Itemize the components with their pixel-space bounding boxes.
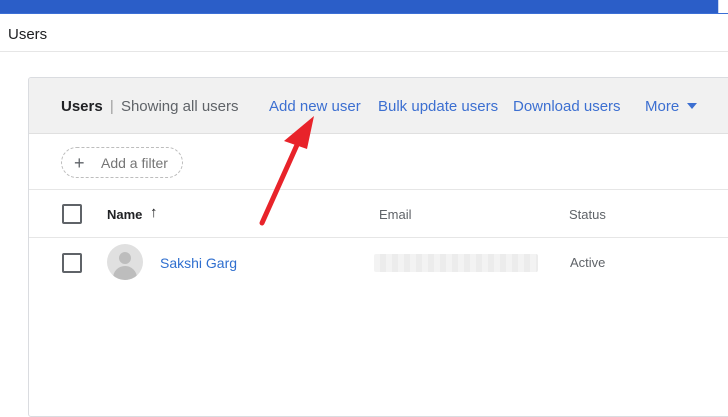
select-all-checkbox[interactable] [62, 204, 82, 224]
arrow-up-icon[interactable]: ↑ [150, 204, 158, 221]
bulk-update-users-link[interactable]: Bulk update users [378, 98, 498, 115]
table-row[interactable]: Sakshi Garg Active [29, 238, 728, 288]
column-header-email[interactable]: Email [379, 207, 412, 222]
browser-top-bar [0, 0, 728, 14]
filter-bar: + Add a filter [29, 134, 728, 190]
users-card: Users | Showing all users Add new user B… [28, 77, 728, 417]
add-new-user-link[interactable]: Add new user [269, 98, 361, 115]
plus-icon: + [74, 153, 85, 173]
card-title-separator: | [109, 98, 114, 115]
card-header: Users | Showing all users Add new user B… [29, 78, 728, 134]
add-filter-label: Add a filter [101, 155, 168, 171]
user-avatar-icon [107, 244, 143, 280]
table-header: Name ↑ Email Status [29, 190, 728, 238]
card-title-main: Users [61, 98, 103, 115]
column-header-name[interactable]: Name [107, 207, 142, 222]
download-users-link[interactable]: Download users [513, 98, 621, 115]
page-header: Users [0, 14, 728, 52]
status-cell: Active [570, 255, 606, 270]
card-title-sub: Showing all users [120, 98, 239, 115]
window-corner [718, 0, 728, 13]
user-name-link[interactable]: Sakshi Garg [160, 255, 237, 271]
chevron-down-icon[interactable] [687, 103, 697, 109]
column-header-status[interactable]: Status [569, 207, 606, 222]
email-cell-redacted [374, 254, 538, 272]
card-title: Users | Showing all users [61, 98, 239, 115]
row-checkbox[interactable] [62, 253, 82, 273]
add-filter-button[interactable]: + Add a filter [61, 147, 183, 178]
page-title: Users [8, 26, 48, 43]
more-menu-button[interactable]: More [645, 98, 679, 115]
